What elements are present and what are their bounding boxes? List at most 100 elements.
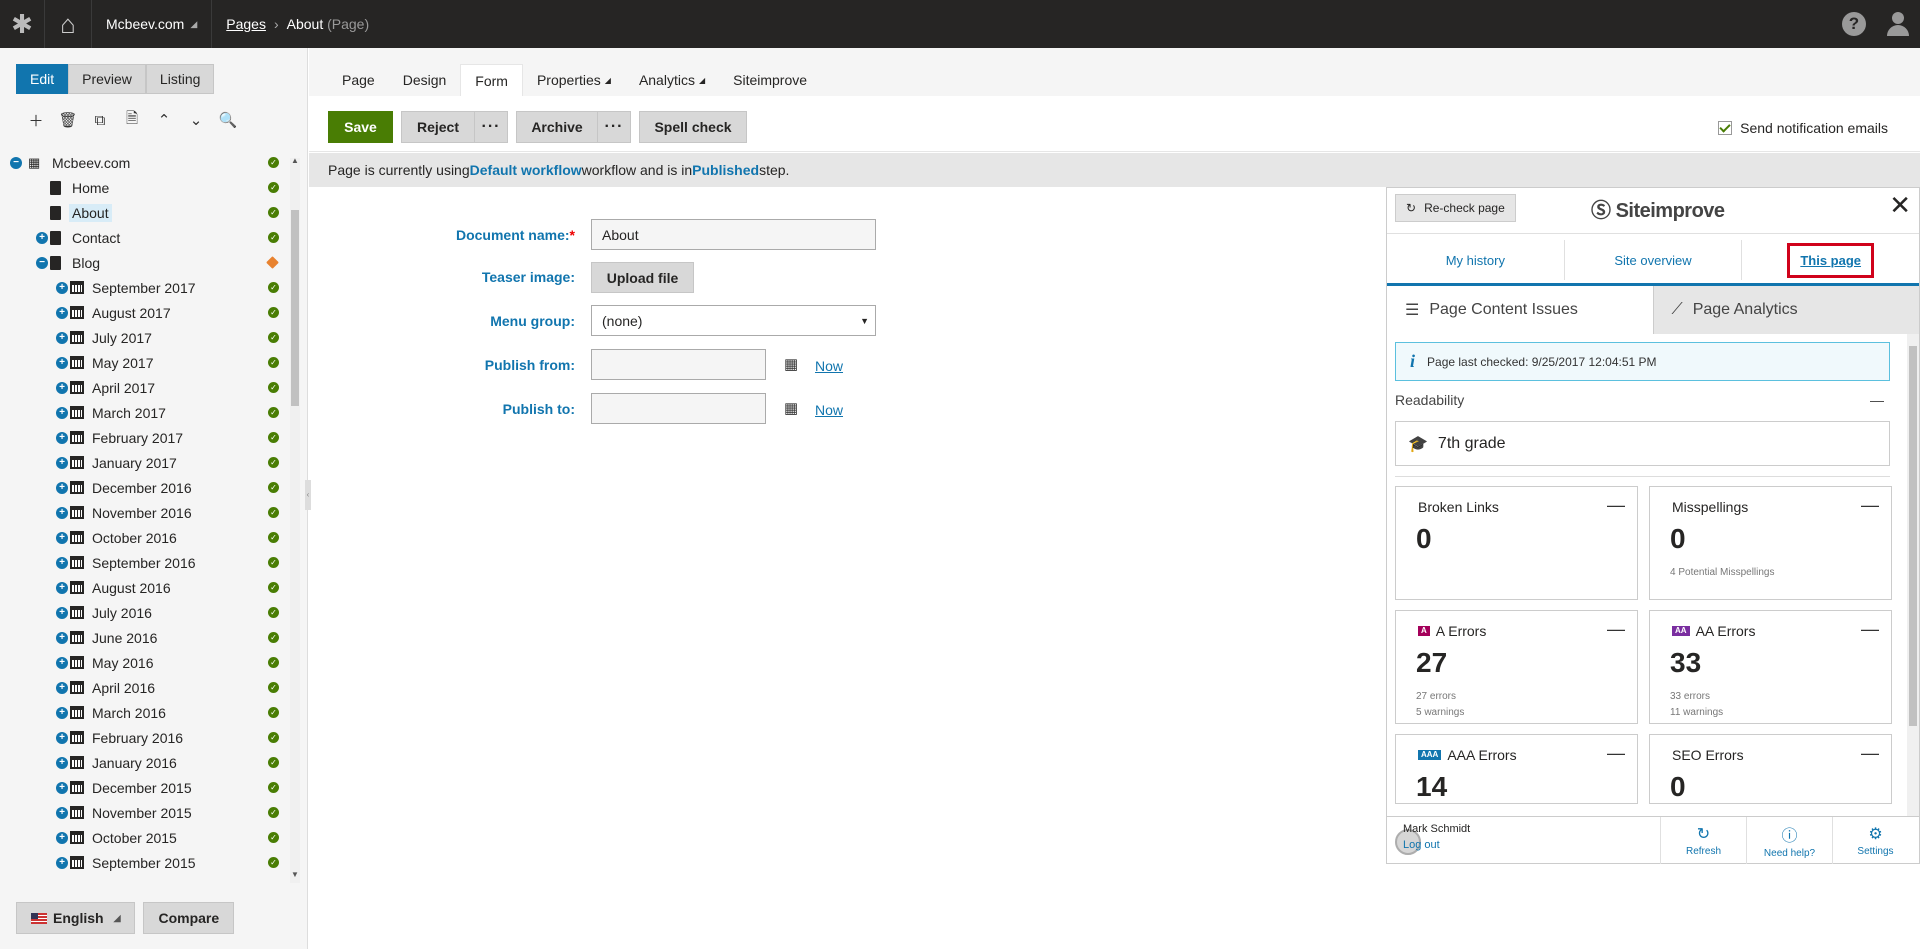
issue-card[interactable]: SEO Errors — 0 xyxy=(1649,734,1892,804)
tree-item[interactable]: + August 2016 ✓ xyxy=(0,575,288,600)
refresh-button[interactable]: ↻ Refresh xyxy=(1660,817,1746,864)
expand-icon[interactable]: + xyxy=(56,806,68,819)
tab-design[interactable]: Design xyxy=(389,64,461,96)
help-icon[interactable]: ? xyxy=(1832,0,1876,48)
collapse-icon[interactable]: — xyxy=(1607,619,1625,640)
move-up-icon[interactable]: ⌃ xyxy=(148,108,180,132)
expand-icon[interactable]: + xyxy=(56,631,68,644)
expand-icon[interactable]: + xyxy=(56,706,68,719)
tree-item[interactable]: + May 2016 ✓ xyxy=(0,650,288,675)
scroll-down-icon[interactable]: ▼ xyxy=(290,870,300,879)
logout-link[interactable]: Log out xyxy=(1403,839,1470,851)
collapse-icon[interactable]: — xyxy=(1861,619,1879,640)
collapse-icon[interactable]: — xyxy=(1870,392,1884,408)
expand-icon[interactable]: + xyxy=(56,856,68,869)
add-icon[interactable]: ＋ xyxy=(20,108,52,132)
tree-item[interactable]: + October 2015 ✓ xyxy=(0,825,288,850)
reject-button[interactable]: Reject xyxy=(401,111,475,143)
notification-checkbox[interactable] xyxy=(1718,121,1733,135)
home-icon[interactable]: ⌂ xyxy=(44,0,92,48)
tree-item[interactable]: + May 2017 ✓ xyxy=(0,350,288,375)
tree-item[interactable]: + February 2017 ✓ xyxy=(0,425,288,450)
tree-item[interactable]: + February 2016 ✓ xyxy=(0,725,288,750)
send-notification-option[interactable]: Send notification emails xyxy=(1718,120,1888,136)
nav-this-page[interactable]: This page xyxy=(1742,240,1919,280)
tree-item[interactable]: − Blog xyxy=(0,250,288,275)
expand-icon[interactable]: + xyxy=(56,306,68,319)
move-down-icon[interactable]: ⌄ xyxy=(180,108,212,132)
collapse-icon[interactable]: — xyxy=(1607,495,1625,516)
expand-icon[interactable]: + xyxy=(56,356,68,369)
search-icon[interactable]: 🔍 xyxy=(212,108,244,132)
expand-icon[interactable]: + xyxy=(56,331,68,344)
reject-more-button[interactable]: ··· xyxy=(474,111,508,143)
tree-item[interactable]: + December 2016 ✓ xyxy=(0,475,288,500)
tree-item[interactable]: + December 2015 ✓ xyxy=(0,775,288,800)
publish-from-now-link[interactable]: Now xyxy=(815,358,843,374)
collapse-icon[interactable]: — xyxy=(1861,495,1879,516)
publish-to-input[interactable] xyxy=(591,393,766,424)
collapse-icon[interactable]: — xyxy=(1861,743,1879,764)
issue-card[interactable]: Broken Links — 0 xyxy=(1395,486,1638,600)
tree-item[interactable]: + January 2016 ✓ xyxy=(0,750,288,775)
calendar-icon[interactable]: ▦ xyxy=(784,355,798,373)
expand-icon[interactable]: + xyxy=(56,831,68,844)
expand-icon[interactable]: + xyxy=(56,481,68,494)
mode-edit[interactable]: Edit xyxy=(16,64,69,94)
nav-site-overview[interactable]: Site overview xyxy=(1565,240,1743,280)
expand-icon[interactable]: + xyxy=(56,431,68,444)
collapse-icon[interactable]: − xyxy=(36,256,48,269)
delete-icon[interactable]: 🗑 xyxy=(52,108,84,132)
tree-item[interactable]: + January 2017 ✓ xyxy=(0,450,288,475)
expand-icon[interactable]: + xyxy=(56,756,68,769)
need-help-button[interactable]: ⓘ Need help? xyxy=(1746,817,1832,864)
tree-item[interactable]: + July 2016 ✓ xyxy=(0,600,288,625)
language-selector[interactable]: English ◢ xyxy=(16,902,136,934)
expand-icon[interactable]: + xyxy=(56,381,68,394)
upload-file-button[interactable]: Upload file xyxy=(591,262,694,293)
expand-icon[interactable]: + xyxy=(56,581,68,594)
breadcrumb-pages-link[interactable]: Pages xyxy=(226,16,266,32)
save-button[interactable]: Save xyxy=(328,111,393,143)
tree-root[interactable]: − ▦ Mcbeev.com ✓ xyxy=(0,150,288,175)
copy-icon[interactable]: ⧉ xyxy=(84,108,116,132)
mode-preview[interactable]: Preview xyxy=(68,64,146,94)
tab-page-analytics[interactable]: ⟋ Page Analytics xyxy=(1652,286,1919,334)
tree-item[interactable]: + April 2016 ✓ xyxy=(0,675,288,700)
panel-collapse-handle[interactable]: ‹ xyxy=(305,480,311,510)
tree-scrollbar-thumb[interactable] xyxy=(291,210,299,406)
tree-item[interactable]: About ✓ xyxy=(0,200,288,225)
settings-button[interactable]: ⚙ Settings xyxy=(1832,817,1918,864)
issue-card[interactable]: AA AA Errors — 33 33 errors 11 warnings xyxy=(1649,610,1892,724)
issue-card[interactable]: AAA AAA Errors — 14 xyxy=(1395,734,1638,804)
tree-item[interactable]: Home ✓ xyxy=(0,175,288,200)
issue-card[interactable]: AA Errors — 27 27 errors 5 warnings xyxy=(1395,610,1638,724)
expand-icon[interactable]: + xyxy=(56,731,68,744)
scroll-up-icon[interactable]: ▲ xyxy=(290,156,300,165)
kentico-logo-icon[interactable]: ✱ xyxy=(0,0,44,48)
expand-icon[interactable]: + xyxy=(56,406,68,419)
tab-page-content-issues[interactable]: ☰ Page Content Issues xyxy=(1387,286,1653,334)
expand-icon[interactable]: + xyxy=(56,556,68,569)
tree-item[interactable]: + July 2017 ✓ xyxy=(0,325,288,350)
mode-listing[interactable]: Listing xyxy=(145,64,215,94)
menu-group-select[interactable]: (none) ▼ xyxy=(591,305,876,336)
expand-icon[interactable]: + xyxy=(56,781,68,794)
publish-to-now-link[interactable]: Now xyxy=(815,402,843,418)
expand-icon[interactable]: + xyxy=(56,281,68,294)
publish-from-input[interactable] xyxy=(591,349,766,380)
nav-my-history[interactable]: My history xyxy=(1387,240,1565,280)
spell-check-button[interactable]: Spell check xyxy=(639,111,747,143)
archive-button[interactable]: Archive xyxy=(516,111,598,143)
tree-item[interactable]: + November 2015 ✓ xyxy=(0,800,288,825)
tree-item[interactable]: + September 2016 ✓ xyxy=(0,550,288,575)
tab-page[interactable]: Page xyxy=(328,64,389,96)
archive-more-button[interactable]: ··· xyxy=(597,111,631,143)
tree-item[interactable]: + April 2017 ✓ xyxy=(0,375,288,400)
collapse-icon[interactable]: — xyxy=(1607,743,1625,764)
tree-item[interactable]: + September 2017 ✓ xyxy=(0,275,288,300)
expand-icon[interactable]: + xyxy=(56,606,68,619)
tree-item[interactable]: + August 2017 ✓ xyxy=(0,300,288,325)
tab-analytics[interactable]: Analytics ◢ xyxy=(625,64,719,96)
tree-item[interactable]: + October 2016 ✓ xyxy=(0,525,288,550)
